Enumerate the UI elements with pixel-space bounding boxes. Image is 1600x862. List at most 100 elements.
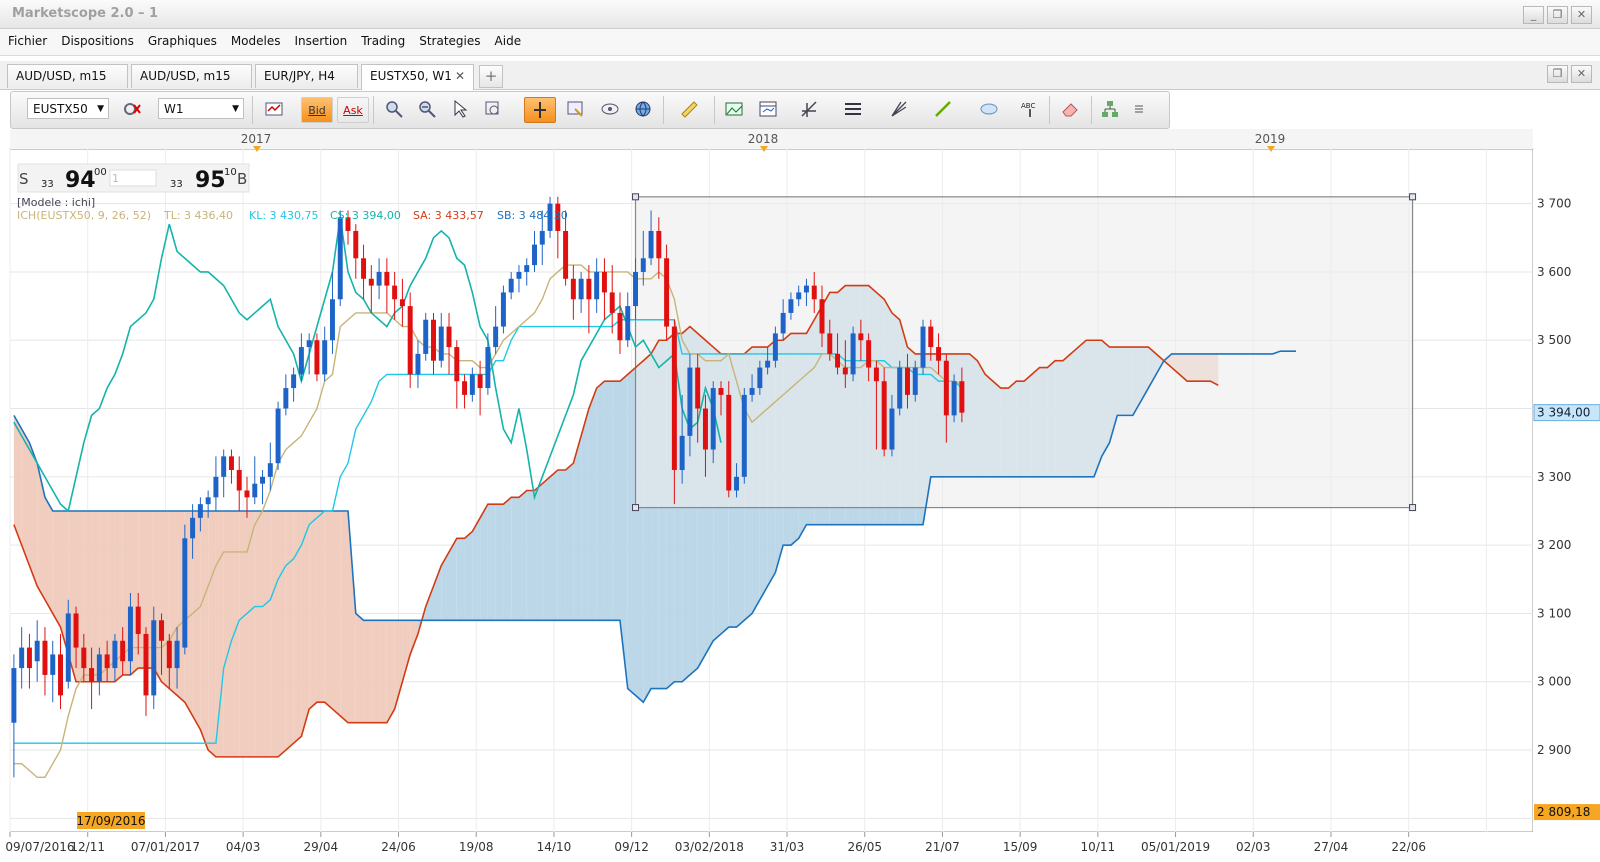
year-label: 2018 — [748, 132, 779, 146]
tab-audusd-m15-1[interactable]: AUD/USD, m15 — [7, 64, 128, 88]
candle-body — [904, 367, 910, 395]
date-label: 26/05 — [847, 840, 882, 854]
ruler-icon[interactable] — [669, 97, 709, 121]
symbol-value: EUSTX50 — [33, 102, 88, 116]
date-label: 12/11 — [70, 840, 105, 854]
cloud-segment — [254, 510, 263, 757]
candle-body — [26, 647, 32, 669]
properties-icon[interactable] — [560, 97, 590, 121]
zoom-area-icon[interactable] — [478, 97, 508, 121]
fan-icon[interactable] — [879, 97, 919, 121]
candle-body — [190, 517, 196, 539]
candle-body — [392, 285, 398, 300]
tab-close-icon[interactable]: ✕ — [455, 65, 465, 88]
ellipse-icon[interactable] — [969, 97, 1009, 121]
candle-body — [291, 374, 297, 389]
candle-body — [780, 312, 786, 334]
candle-body — [640, 258, 646, 272]
candle-body — [889, 408, 895, 450]
candle-body — [803, 285, 809, 293]
hlines-icon[interactable] — [833, 97, 873, 121]
menu-graphiques[interactable]: Graphiques — [140, 29, 223, 48]
cloud-segment — [456, 538, 465, 621]
buy-price-big[interactable]: 95 — [195, 168, 226, 193]
menu-insertion[interactable]: Insertion — [287, 29, 354, 48]
cloud-segment — [262, 510, 271, 757]
add-tab-button[interactable]: + — [479, 65, 503, 88]
globe-icon[interactable] — [628, 97, 658, 121]
tab-eurjpy-h4[interactable]: EUR/JPY, H4 — [255, 64, 358, 88]
minimize-button[interactable]: _ — [1523, 6, 1544, 24]
date-label: 22/06 — [1391, 840, 1426, 854]
candle-body — [633, 271, 639, 307]
menu-fichier[interactable]: Fichier — [0, 29, 53, 48]
date-label: 15/09 — [1003, 840, 1038, 854]
candle-body — [912, 367, 918, 395]
more-icon[interactable] — [1129, 97, 1149, 121]
sell-price-small: 33 — [41, 179, 54, 190]
tab-label: EUR/JPY, H4 — [264, 69, 335, 83]
cloud-segment — [363, 620, 372, 723]
restore-button[interactable]: ❐ — [1547, 6, 1568, 24]
trendline-icon[interactable] — [923, 97, 963, 121]
menu-trading[interactable]: Trading — [353, 29, 411, 48]
chart-close-button[interactable]: ✕ — [1571, 65, 1592, 83]
menu-dispositions[interactable]: Dispositions — [53, 29, 140, 48]
model-label: [Modele : ichi] — [17, 196, 95, 209]
candle-body — [368, 278, 374, 286]
candle-body — [920, 326, 926, 368]
candle-body — [765, 360, 771, 368]
template-icon[interactable] — [753, 97, 783, 121]
selection-rectangle[interactable] — [634, 196, 1414, 509]
candle-body — [594, 271, 600, 300]
candle-body — [679, 435, 685, 471]
candle-body — [244, 490, 250, 498]
zoom-in-icon[interactable] — [379, 97, 409, 121]
sell-label[interactable]: S — [19, 170, 29, 188]
tab-eustx50-w1[interactable]: EUSTX50, W1 ✕ — [361, 64, 474, 90]
tab-label: EUSTX50, W1 — [370, 69, 452, 83]
sell-price-big[interactable]: 94 — [65, 168, 96, 193]
cloud-segment — [472, 517, 481, 621]
menu-strategies[interactable]: Strategies — [411, 29, 486, 48]
symbol-select[interactable]: EUSTX50 ▼ — [27, 98, 109, 119]
menu-aide[interactable]: Aide — [487, 29, 528, 48]
candle-body — [337, 217, 343, 300]
zoom-out-icon[interactable] — [412, 97, 442, 121]
text-icon[interactable]: ABC — [1015, 97, 1045, 121]
cloud-segment — [604, 381, 613, 621]
cursor-icon[interactable] — [445, 97, 475, 121]
candle-body — [58, 654, 63, 696]
candles-icon[interactable] — [257, 97, 291, 121]
eraser-icon[interactable] — [1053, 97, 1087, 121]
candle-body — [928, 326, 934, 348]
cloud-segment — [573, 435, 582, 621]
cloud-segment — [21, 429, 30, 566]
chart-area[interactable]: 2017 2018 2019 3 700 3 600 3 500 3 300 3… — [0, 129, 1600, 859]
candle-body — [757, 367, 763, 389]
buy-label[interactable]: B — [237, 170, 247, 188]
date-label: 27/04 — [1314, 840, 1349, 854]
timeframe-select[interactable]: W1 ▼ — [158, 98, 244, 119]
price-chart-svg[interactable]: 2017 2018 2019 3 700 3 600 3 500 3 300 3… — [0, 129, 1600, 859]
menu-modeles[interactable]: Modeles — [223, 29, 287, 48]
fibonacci-icon[interactable] — [789, 97, 829, 121]
ask-button[interactable]: Ask — [337, 97, 369, 123]
tab-audusd-m15-2[interactable]: AUD/USD, m15 — [131, 64, 252, 88]
candle-body — [19, 647, 25, 669]
candle-body — [306, 340, 312, 348]
date-label: 03/02/2018 — [675, 840, 744, 854]
date-label: 09/07/2016 — [5, 840, 74, 854]
crosshair-icon[interactable] — [524, 97, 556, 123]
close-button[interactable]: ✕ — [1571, 6, 1592, 24]
image-icon[interactable] — [719, 97, 749, 121]
indicator-icon[interactable] — [117, 97, 147, 121]
eye-icon[interactable] — [595, 97, 625, 121]
network-icon[interactable] — [1095, 97, 1125, 121]
chart-restore-button[interactable]: ❐ — [1547, 65, 1568, 83]
cloud-segment — [231, 510, 240, 757]
bid-button[interactable]: Bid — [301, 97, 333, 123]
candle-body — [586, 278, 592, 300]
price-tick: 3 000 — [1537, 675, 1571, 689]
cs-value: CS: 3 394,00 — [330, 209, 401, 222]
